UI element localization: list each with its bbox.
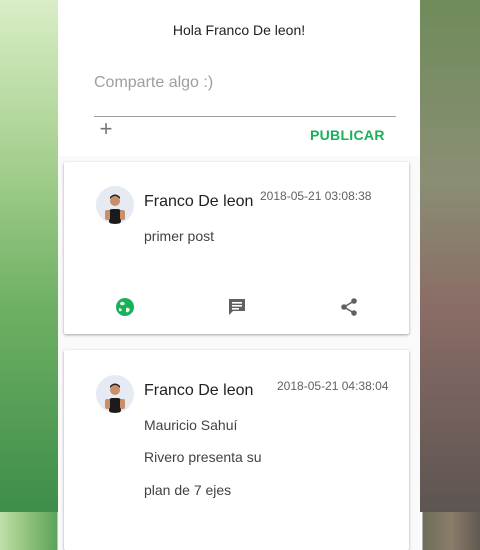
- share-input[interactable]: [94, 71, 394, 95]
- person-avatar-icon: [96, 375, 134, 413]
- post-text-line: Rivero presenta su: [144, 449, 262, 465]
- post-timestamp: 2018-05-21 03:08:38: [260, 189, 372, 203]
- share-button[interactable]: [337, 295, 361, 319]
- publish-button[interactable]: PUBLICAR: [310, 127, 385, 143]
- post-text-line: Mauricio Sahuí: [144, 417, 238, 433]
- comment-button[interactable]: [225, 295, 249, 319]
- person-avatar-icon: [96, 186, 134, 224]
- post-composer: Hola Franco De leon! + PUBLICAR: [58, 0, 420, 156]
- globe-icon: [116, 298, 134, 316]
- comment-icon: [229, 299, 245, 315]
- post-card: Franco De leon 2018-05-21 04:38:04 Mauri…: [64, 350, 409, 550]
- avatar: [96, 186, 134, 224]
- public-visibility-button[interactable]: [113, 295, 137, 319]
- post-card: Franco De leon 2018-05-21 03:08:38 prime…: [64, 162, 409, 334]
- share-icon: [341, 298, 357, 316]
- feed-column: Hola Franco De leon! + PUBLICAR Franco D…: [58, 0, 420, 550]
- post-author[interactable]: Franco De leon: [144, 193, 253, 211]
- input-underline: [94, 116, 396, 117]
- background-right: [420, 0, 480, 512]
- add-attachment-button[interactable]: +: [96, 118, 116, 140]
- post-text-line: primer post: [144, 228, 215, 244]
- post-author[interactable]: Franco De leon: [144, 382, 253, 400]
- avatar: [96, 375, 134, 413]
- greeting-text: Hola Franco De leon!: [172, 22, 306, 38]
- post-timestamp: 2018-05-21 04:38:04: [277, 379, 389, 393]
- background-left: [0, 0, 58, 512]
- post-text-line: plan de 7 ejes: [144, 482, 232, 498]
